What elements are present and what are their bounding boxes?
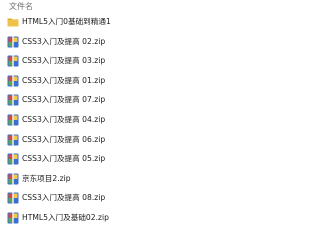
zip-archive-icon xyxy=(7,55,19,67)
file-name: CSS3入门及提高 01.zip xyxy=(22,75,106,85)
zip-archive-icon xyxy=(7,173,19,185)
list-item[interactable]: CSS3入门及提高 04.zip xyxy=(0,111,225,131)
folder-icon xyxy=(7,16,19,28)
list-item[interactable]: HTML5入门及基础02.zip xyxy=(0,209,225,225)
file-name: CSS3入门及提高 06.zip xyxy=(22,134,106,144)
file-name: 京东项目2.zip xyxy=(22,173,71,183)
list-item[interactable]: HTML5入门0基础到精通1 xyxy=(0,13,225,33)
zip-archive-icon xyxy=(7,134,19,146)
zip-archive-icon xyxy=(7,114,19,126)
column-header[interactable]: 文件名 xyxy=(0,0,225,14)
zip-archive-icon xyxy=(7,36,19,48)
zip-archive-icon xyxy=(7,192,19,204)
list-item[interactable]: CSS3入门及提高 02.zip xyxy=(0,33,225,53)
file-name: CSS3入门及提高 05.zip xyxy=(22,154,106,164)
zip-archive-icon xyxy=(7,153,19,165)
zip-archive-icon xyxy=(7,94,19,106)
file-list: HTML5入门0基础到精通1 CSS3入门及提高 02.zip CSS3入门及提… xyxy=(0,13,225,225)
file-name: CSS3入门及提高 02.zip xyxy=(22,36,106,46)
file-explorer-window: 文件名 HTML5入门0基础到精通1 CSS3入门及提高 02.zip CSS3… xyxy=(0,0,225,225)
zip-archive-icon xyxy=(7,212,19,224)
column-header-name[interactable]: 文件名 xyxy=(9,2,33,12)
file-name: HTML5入门及基础02.zip xyxy=(22,212,109,222)
file-name: CSS3入门及提高 03.zip xyxy=(22,56,106,66)
zip-archive-icon xyxy=(7,75,19,87)
file-name: HTML5入门0基础到精通1 xyxy=(22,17,111,26)
list-item[interactable]: CSS3入门及提高 01.zip xyxy=(0,72,225,92)
file-name: CSS3入门及提高 04.zip xyxy=(22,114,106,124)
list-item[interactable]: CSS3入门及提高 07.zip xyxy=(0,91,225,111)
list-item[interactable]: CSS3入门及提高 08.zip xyxy=(0,189,225,209)
file-name: CSS3入门及提高 08.zip xyxy=(22,193,106,203)
file-name: CSS3入门及提高 07.zip xyxy=(22,95,106,105)
list-item[interactable]: CSS3入门及提高 05.zip xyxy=(0,150,225,170)
list-item[interactable]: 京东项目2.zip xyxy=(0,170,225,190)
list-item[interactable]: CSS3入门及提高 03.zip xyxy=(0,52,225,72)
list-item[interactable]: CSS3入门及提高 06.zip xyxy=(0,131,225,151)
